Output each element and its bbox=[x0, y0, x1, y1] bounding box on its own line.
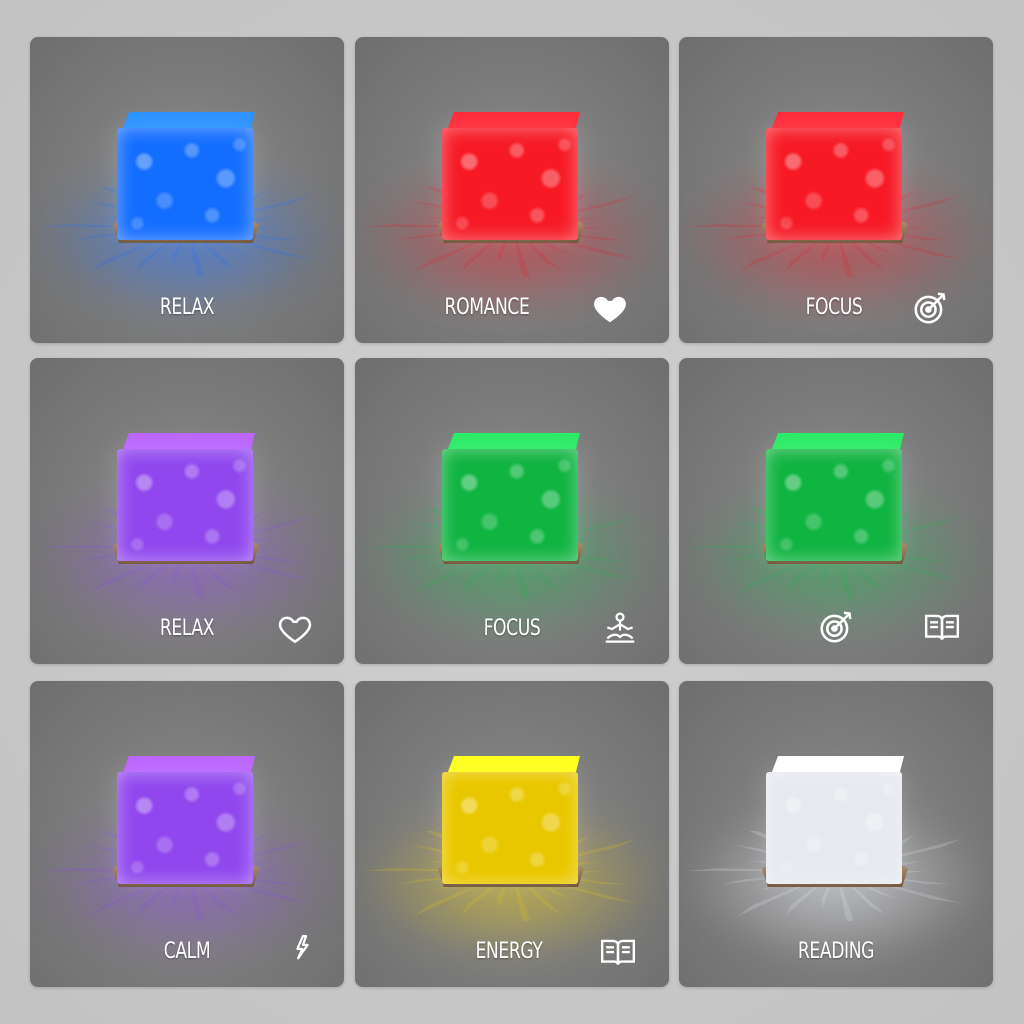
tile-label: FOCUS bbox=[483, 616, 541, 641]
glass-cube bbox=[115, 112, 257, 252]
glass-cube bbox=[764, 433, 906, 573]
glass-cube bbox=[764, 112, 906, 252]
heart-filled-icon bbox=[591, 289, 629, 327]
book-icon bbox=[599, 933, 637, 971]
target-arrow-icon bbox=[911, 289, 949, 327]
tile-energy-yellow[interactable]: ENERGY bbox=[355, 681, 669, 987]
tile-reading-white[interactable]: READING bbox=[679, 681, 993, 987]
tile-focus-red[interactable]: FOCUS bbox=[679, 37, 993, 343]
book-icon bbox=[923, 608, 961, 646]
tile-calm-purple[interactable]: CALM bbox=[30, 681, 344, 987]
meditation-icon bbox=[601, 610, 639, 648]
moon-bolt-icon bbox=[276, 933, 314, 971]
tile-label: CALM bbox=[163, 939, 211, 964]
heart-outline-icon bbox=[276, 610, 314, 648]
tile-label: ROMANCE bbox=[444, 295, 530, 320]
tile-focus-green[interactable]: FOCUS bbox=[355, 358, 669, 664]
glass-cube bbox=[115, 433, 257, 573]
tile-relax-purple[interactable]: RELAX bbox=[30, 358, 344, 664]
glass-cube bbox=[440, 112, 582, 252]
target-arrow-icon bbox=[817, 608, 855, 646]
tile-relax-blue[interactable]: RELAX bbox=[30, 37, 344, 343]
tile-label: RELAX bbox=[159, 295, 215, 320]
glass-cube bbox=[115, 756, 257, 896]
tile-romance-red[interactable]: ROMANCE bbox=[355, 37, 669, 343]
tile-green-icons[interactable] bbox=[679, 358, 993, 664]
glass-cube bbox=[440, 756, 582, 896]
glass-cube bbox=[440, 433, 582, 573]
mood-light-grid: RELAX ROMANCE FOCUS RELAX FOCUS CALM ENE… bbox=[0, 0, 1024, 1024]
tile-label: RELAX bbox=[159, 616, 215, 641]
tile-label: READING bbox=[797, 939, 875, 964]
tile-label: ENERGY bbox=[475, 939, 543, 964]
glass-cube bbox=[764, 756, 906, 896]
